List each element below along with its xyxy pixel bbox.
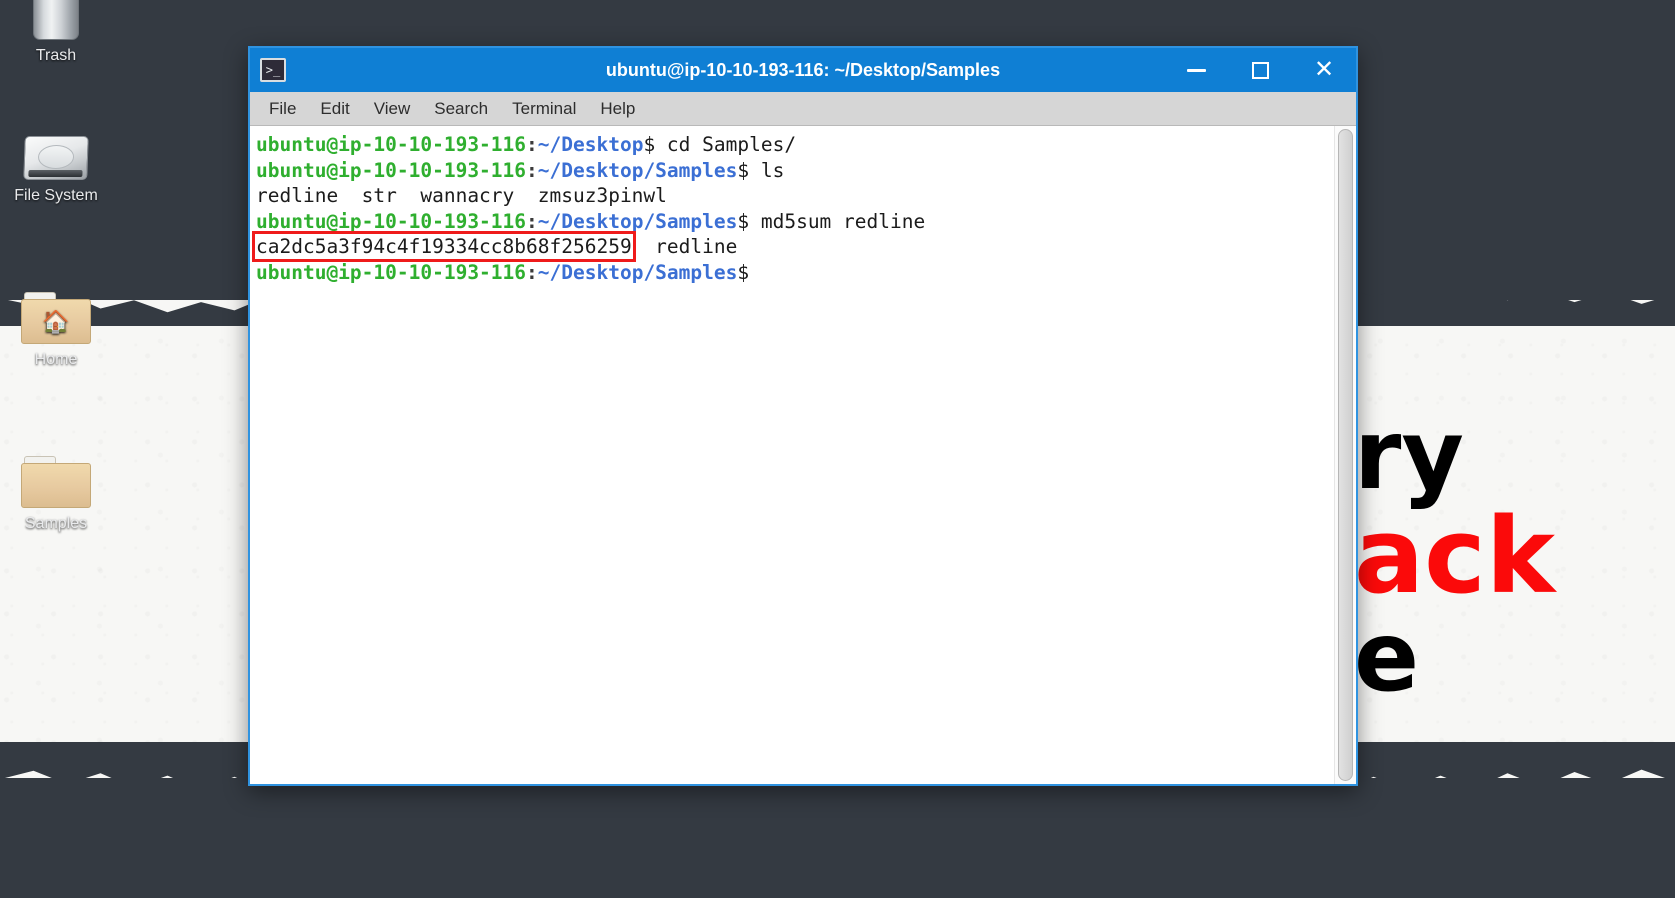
trash-icon <box>0 0 112 40</box>
minimize-button[interactable] <box>1164 48 1228 92</box>
terminal-menubar[interactable]: File Edit View Search Terminal Help <box>250 92 1356 126</box>
maximize-button[interactable] <box>1228 48 1292 92</box>
window-controls: ✕ <box>1164 48 1356 92</box>
terminal-line: ca2dc5a3f94c4f19334cc8b68f256259 redline <box>252 231 1326 262</box>
folder-icon <box>0 456 112 508</box>
desktop-icon-file-system[interactable]: File System <box>0 128 112 205</box>
terminal-line: ubuntu@ip-10-10-193-116:~/Desktop/Sample… <box>256 158 785 182</box>
terminal-scrollbar[interactable] <box>1334 126 1356 784</box>
menu-item-view[interactable]: View <box>363 95 422 123</box>
wallpaper-text-line-3: e <box>1354 600 1420 713</box>
terminal-line: redline str wannacry zmsuz3pinwl <box>256 184 667 207</box>
terminal-window[interactable]: >_ ubuntu@ip-10-10-193-116: ~/Desktop/Sa… <box>248 46 1358 786</box>
desktop-icon-samples[interactable]: Samples <box>0 456 112 533</box>
desktop-icon-label: Samples <box>24 515 88 532</box>
close-icon: ✕ <box>1313 56 1335 83</box>
hard-drive-icon <box>0 128 112 180</box>
wallpaper-text: ry ack e <box>1354 399 1555 713</box>
wallpaper-text-line-1: ry <box>1354 399 1464 511</box>
desktop-icon-label: Trash <box>35 47 77 64</box>
md5-hash-highlight: ca2dc5a3f94c4f19334cc8b68f256259 <box>252 231 636 262</box>
terminal-titlebar[interactable]: >_ ubuntu@ip-10-10-193-116: ~/Desktop/Sa… <box>250 48 1356 92</box>
menu-item-file[interactable]: File <box>258 95 307 123</box>
house-icon: 🏠 <box>42 308 70 334</box>
menu-item-help[interactable]: Help <box>589 95 646 123</box>
terminal-line: ubuntu@ip-10-10-193-116:~/Desktop/Sample… <box>256 209 926 233</box>
menu-item-terminal[interactable]: Terminal <box>501 95 587 123</box>
desktop-icon-home[interactable]: 🏠 Home <box>0 292 112 369</box>
desktop-icon-label: File System <box>14 187 98 204</box>
menu-item-edit[interactable]: Edit <box>309 95 360 123</box>
terminal-line: ubuntu@ip-10-10-193-116:~/Desktop/Sample… <box>256 260 750 284</box>
home-folder-icon: 🏠 <box>0 292 112 344</box>
desktop-icon-label: Home <box>34 351 78 368</box>
wallpaper-text-line-2: ack <box>1354 495 1555 618</box>
terminal-icon: >_ <box>260 58 286 82</box>
terminal-body[interactable]: ubuntu@ip-10-10-193-116:~/Desktop$ cd Sa… <box>250 126 1356 784</box>
menu-item-search[interactable]: Search <box>423 95 499 123</box>
minimize-icon <box>1186 68 1206 72</box>
desktop-icon-trash[interactable]: Trash <box>0 0 112 65</box>
close-button[interactable]: ✕ <box>1292 48 1356 92</box>
scrollbar-thumb[interactable] <box>1338 129 1353 781</box>
wallpaper-bottom-band <box>0 778 1675 898</box>
maximize-icon <box>1251 61 1269 79</box>
terminal-output[interactable]: ubuntu@ip-10-10-193-116:~/Desktop$ cd Sa… <box>250 126 1334 784</box>
terminal-line: ubuntu@ip-10-10-193-116:~/Desktop$ cd Sa… <box>256 133 797 156</box>
